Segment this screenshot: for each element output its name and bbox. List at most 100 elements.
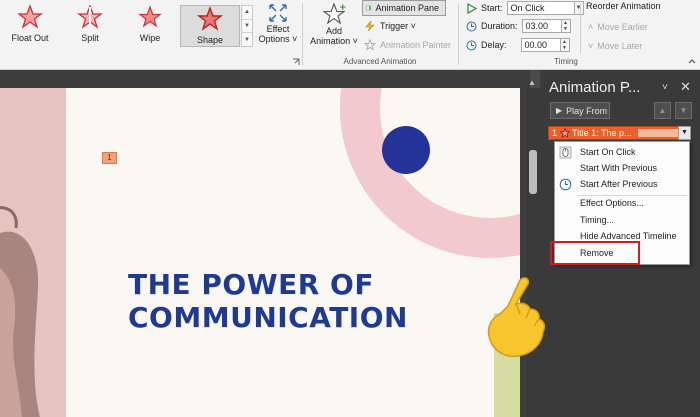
animation-pane-icon <box>366 5 372 11</box>
animation-item-title: Title 1: The p... <box>572 128 632 138</box>
chevron-up-icon: ˄ <box>588 22 594 32</box>
timeline-bar <box>638 129 678 137</box>
slide-canvas[interactable]: 1 THE POWER OF COMMUNICATION <box>0 88 520 417</box>
collapse-ribbon-icon[interactable] <box>688 58 696 66</box>
menu-item-label: Hide Advanced Timeline <box>580 231 677 241</box>
play-triangle-icon <box>467 2 477 14</box>
menu-item-effect-options[interactable]: Effect Options... <box>555 195 689 212</box>
wipe-star-icon <box>138 5 162 28</box>
duration-label: Duration: <box>481 21 518 31</box>
duration-spinner-icon[interactable]: ▲ ▼ <box>561 19 571 33</box>
delay-value: 00.00 <box>524 40 548 50</box>
gallery-down-icon[interactable]: ▼ <box>242 20 252 34</box>
start-dropdown[interactable]: On Click <box>506 1 575 15</box>
delay-spinner-icon[interactable]: ▲ ▼ <box>560 38 570 52</box>
decorative-dot <box>382 126 430 174</box>
float-out-label: Float Out <box>11 33 49 43</box>
move-later-button[interactable]: ˅ Move Later <box>588 38 642 54</box>
effect-options-label-2: Options ˅ <box>258 34 298 44</box>
clock-icon <box>559 178 572 191</box>
ribbon-separator <box>302 3 303 65</box>
effect-options-button[interactable]: Effect Options ˅ <box>256 2 300 50</box>
move-up-button[interactable]: ▲ <box>654 102 671 119</box>
shape-label: Shape <box>196 35 224 45</box>
decorative-arc <box>340 88 520 258</box>
trigger-label: Trigger ˅ <box>380 21 416 31</box>
scroll-up-icon[interactable]: ▲ <box>528 78 536 87</box>
ribbon-separator <box>580 3 581 53</box>
move-earlier-label: Move Earlier <box>597 22 648 32</box>
add-animation-label-1: Add <box>325 26 342 36</box>
pane-options-chevron-icon[interactable]: ˅ <box>662 82 668 93</box>
float-out-animation-button[interactable]: Float Out <box>4 4 56 48</box>
animation-pane-label: Animation Pane <box>375 3 439 13</box>
start-label: Start: <box>481 3 503 13</box>
advanced-animation-group-label: Advanced Animation <box>343 57 417 66</box>
ribbon-separator <box>458 3 459 65</box>
menu-item-start-on-click[interactable]: Start On Click <box>555 144 689 161</box>
slide-title-line-1: THE POWER OF <box>128 268 374 301</box>
dialog-launcher-icon[interactable] <box>292 58 300 66</box>
split-animation-button[interactable]: Split <box>64 4 116 48</box>
menu-item-label: Start With Previous <box>580 163 658 173</box>
delay-clock-icon <box>466 40 477 50</box>
animation-painter-label: Animation Painter <box>380 40 452 50</box>
vertical-scrollbar[interactable] <box>526 88 540 417</box>
animation-order-tag[interactable]: 1 <box>102 152 117 164</box>
reorder-animation-title: Reorder Animation <box>586 1 661 11</box>
animation-list-item[interactable]: 1 Title 1: The p... ▼ <box>548 126 691 140</box>
person-photo <box>0 88 66 417</box>
arrow-up-icon: ▲ <box>658 106 667 115</box>
menu-item-start-after-previous[interactable]: Start After Previous <box>555 176 689 193</box>
animation-pane-button[interactable]: Animation Pane <box>362 0 446 16</box>
item-dropdown-arrow-icon[interactable]: ▼ <box>678 126 691 140</box>
close-icon[interactable]: ✕ <box>680 79 691 95</box>
svg-text:+: + <box>339 3 346 13</box>
play-icon: ▶ <box>556 106 563 115</box>
wipe-animation-button[interactable]: Wipe <box>124 4 176 48</box>
menu-item-timing[interactable]: Timing... <box>555 212 689 229</box>
animation-painter-icon <box>364 39 376 51</box>
effect-options-label-1: Effect <box>266 24 290 34</box>
slide-title[interactable]: THE POWER OF COMMUNICATION <box>128 268 408 334</box>
clock-icon <box>466 21 477 31</box>
emphasis-star-icon <box>560 128 570 138</box>
person-silhouette <box>0 206 40 417</box>
gallery-up-icon[interactable]: ▲ <box>242 6 252 20</box>
delay-input[interactable]: 00.00 <box>520 38 561 52</box>
split-label: Split <box>81 33 99 43</box>
arrow-down-icon: ▼ <box>679 106 688 115</box>
menu-item-label: Start On Click <box>580 147 636 157</box>
duration-row: Duration: 03.00 ▲ ▼ <box>466 18 571 34</box>
wipe-label: Wipe <box>139 33 161 43</box>
start-value: On Click <box>510 3 545 13</box>
delay-row: Delay: 00.00 ▲ ▼ <box>466 37 570 53</box>
gallery-more-icon[interactable]: ▼ <box>242 33 252 46</box>
trigger-button[interactable]: Trigger ˅ <box>364 18 416 34</box>
menu-item-label: Start After Previous <box>580 179 658 189</box>
scrollbar-thumb[interactable] <box>529 150 537 194</box>
add-animation-label-2: Animation ˅ <box>310 36 358 46</box>
play-from-button[interactable]: ▶ Play From <box>550 102 610 119</box>
menu-item-label: Timing... <box>580 215 615 225</box>
animation-painter-button[interactable]: Animation Painter <box>364 37 451 53</box>
play-from-label: Play From <box>566 105 608 116</box>
menu-item-start-with-previous[interactable]: Start With Previous <box>555 160 689 177</box>
effect-options-icon <box>269 4 287 22</box>
duration-input[interactable]: 03.00 <box>521 19 562 33</box>
animation-gallery-scroll[interactable]: ▲ ▼ ▼ <box>241 5 253 47</box>
add-animation-star-icon: + <box>322 2 346 25</box>
mouse-click-icon <box>559 146 572 159</box>
slide-title-line-2: COMMUNICATION <box>128 301 408 334</box>
lightning-icon <box>365 20 375 32</box>
shape-animation-button[interactable]: Shape <box>180 5 240 47</box>
move-later-label: Move Later <box>597 41 643 51</box>
chevron-down-icon: ˅ <box>588 41 594 51</box>
delay-label: Delay: <box>481 40 507 50</box>
move-earlier-button[interactable]: ˄ Move Earlier <box>588 19 648 35</box>
move-down-button[interactable]: ▼ <box>675 102 692 119</box>
remove-highlight-box <box>550 241 640 265</box>
add-animation-button[interactable]: + Add Animation ˅ <box>306 2 362 52</box>
timing-group-label: Timing <box>554 57 578 66</box>
menu-item-label: Effect Options... <box>580 198 644 208</box>
